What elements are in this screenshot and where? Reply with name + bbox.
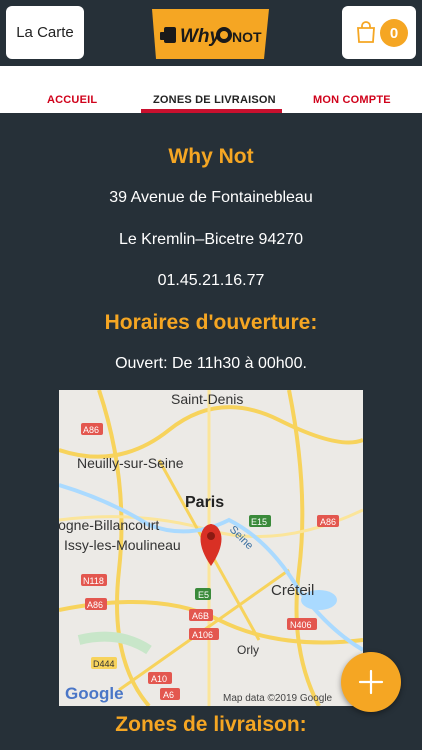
map-label-a86-1: A86 (83, 425, 99, 435)
map-label-a10: A10 (151, 674, 167, 684)
map-view[interactable]: Saint-Denis A86 Neuilly-sur-Seine Paris … (59, 390, 363, 706)
map-label-n406: N406 (290, 620, 312, 630)
cart-button[interactable]: 0 (342, 6, 416, 59)
hours-title: Horaires d'ouverture: (104, 311, 318, 334)
map-label-a6b: A6B (192, 611, 209, 621)
map-label-a86-2: A86 (320, 517, 336, 527)
tab-accueil[interactable]: ACCUEIL (47, 94, 97, 106)
map-label-boulogne: logne-Billancourt (59, 517, 159, 533)
tab-zones-de-livraison[interactable]: ZONES DE LIVRAISON (153, 94, 276, 106)
map-label-paris: Paris (185, 494, 224, 511)
map-label-n118: N118 (83, 576, 104, 586)
address-line-1: 39 Avenue de Fontainebleau (109, 189, 313, 206)
address-line-2: Le Kremlin–Bicetre 94270 (118, 231, 304, 248)
add-button[interactable] (341, 652, 401, 712)
why-not-logo: Why NOT (152, 9, 269, 59)
tab-bar: ACCUEIL ZONES DE LIVRAISON MON COMPTE (0, 66, 422, 113)
map-label-d444: D444 (93, 659, 115, 669)
plus-icon (358, 669, 384, 695)
logo-why: Why (180, 26, 222, 47)
map-label-neuilly: Neuilly-sur-Seine (77, 455, 184, 471)
la-carte-label: La Carte (16, 24, 74, 41)
map-label-a106: A106 (192, 630, 213, 640)
map-label-e5: E5 (198, 590, 209, 600)
zones-title: Zones de livraison: (115, 713, 307, 736)
google-logo: Google (65, 684, 124, 703)
tab-mon-compte[interactable]: MON COMPTE (313, 94, 391, 106)
map-label-orly: Orly (237, 643, 259, 657)
restaurant-name: Why Not (168, 145, 254, 168)
map-label-e15: E15 (251, 517, 267, 527)
hours-text: Ouvert: De 11h30 à 00h00. (115, 355, 307, 372)
map-label-saint-denis: Saint-Denis (171, 391, 243, 407)
cart-count-badge: 0 (380, 19, 408, 47)
top-bar: La Carte Why NOT 0 (0, 0, 422, 66)
map-label-a6: A6 (163, 690, 174, 700)
logo-not: NOT (232, 29, 262, 45)
phone-number[interactable]: 01.45.21.16.77 (0, 272, 422, 290)
map-label-issy: Issy-les-Moulineau (64, 537, 181, 553)
la-carte-button[interactable]: La Carte (6, 6, 84, 59)
map-label-a86-3: A86 (87, 600, 103, 610)
map-label-creteil: Créteil (271, 582, 314, 599)
active-tab-indicator (141, 109, 282, 113)
shopping-bag-icon (357, 21, 375, 43)
map-attribution: Map data ©2019 Google (223, 693, 333, 704)
